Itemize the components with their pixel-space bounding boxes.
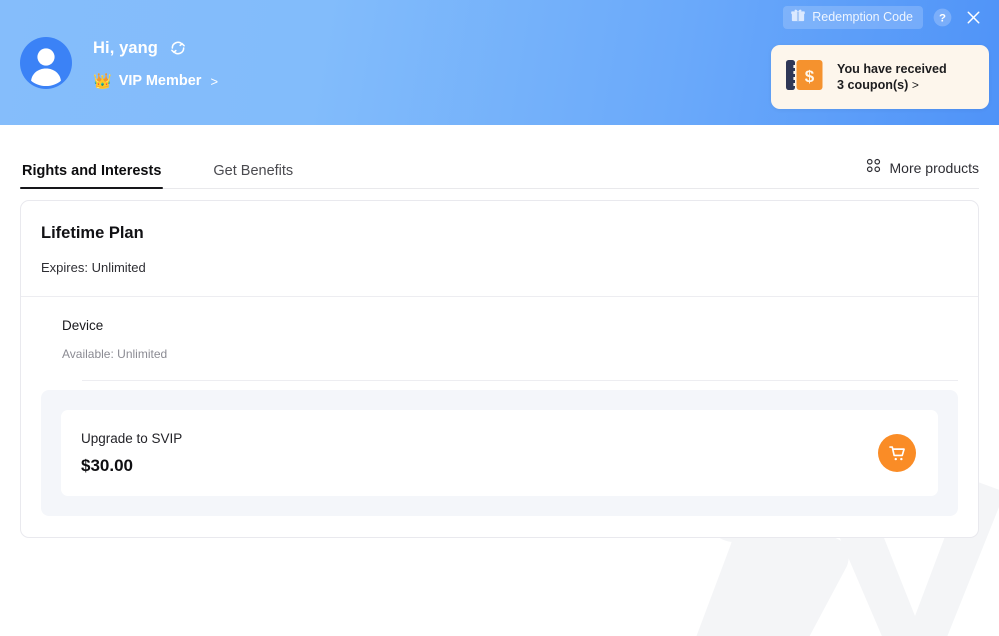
tab-label: Get Benefits — [213, 162, 294, 179]
page-title: Hi, yang — [93, 38, 158, 57]
header-banner: Hi, yang 👑 VIP Member > Redemption Code … — [0, 0, 999, 125]
close-button[interactable] — [961, 5, 985, 29]
grid-dots-icon — [866, 158, 881, 178]
chevron-right-icon: > — [911, 78, 919, 92]
more-products-label: More products — [889, 160, 979, 176]
user-meta: Hi, yang 👑 VIP Member > — [93, 37, 218, 89]
coupon-message-line1: You have received — [837, 62, 947, 76]
refresh-icon[interactable] — [169, 39, 187, 57]
plan-card: Lifetime Plan Expires: Unlimited Device … — [20, 200, 979, 538]
svg-text:?: ? — [939, 12, 946, 24]
upgrade-item[interactable]: Upgrade to SVIP $30.00 — [61, 410, 938, 496]
tab-label: Rights and Interests — [22, 162, 162, 179]
coupon-ticket-icon: $ — [785, 58, 825, 97]
window-controls: Redemption Code ? — [783, 5, 985, 29]
user-profile-block: Hi, yang 👑 VIP Member > — [20, 37, 218, 89]
close-icon — [967, 11, 979, 23]
plan-header: Lifetime Plan Expires: Unlimited — [21, 201, 978, 296]
crown-icon: 👑 — [93, 73, 112, 90]
greeting-row: Hi, yang — [93, 37, 218, 59]
user-avatar-icon — [31, 48, 61, 86]
tab-bar: Rights and Interests Get Benefits More p… — [0, 125, 999, 189]
membership-window: Hi, yang 👑 VIP Member > Redemption Code … — [0, 0, 999, 636]
coupon-count-label: 3 coupon(s) — [837, 78, 909, 92]
gift-icon — [791, 8, 805, 27]
buy-upgrade-button[interactable] — [878, 434, 916, 472]
tab-rights-and-interests[interactable]: Rights and Interests — [20, 162, 164, 190]
more-products-button[interactable]: More products — [866, 158, 979, 189]
upgrade-info: Upgrade to SVIP $30.00 — [81, 432, 182, 475]
coupon-message-line2: 3 coupon(s) > — [837, 77, 947, 93]
device-available: Available: Unlimited — [62, 347, 168, 361]
avatar[interactable] — [20, 37, 72, 89]
device-title: Device — [62, 317, 104, 333]
divider — [82, 380, 958, 381]
vip-member-link[interactable]: 👑 VIP Member > — [93, 74, 218, 89]
vip-member-label: VIP Member — [118, 73, 202, 90]
upgrade-panel: Upgrade to SVIP $30.00 — [41, 390, 958, 516]
tab-get-benefits[interactable]: Get Benefits — [211, 162, 295, 190]
coupon-notification-card[interactable]: $ You have received 3 coupon(s) > — [771, 45, 989, 109]
shopping-cart-icon — [888, 445, 905, 460]
svg-text:$: $ — [805, 67, 815, 86]
help-button[interactable]: ? — [930, 5, 954, 29]
help-circle-icon: ? — [933, 8, 951, 26]
coupon-message: You have received 3 coupon(s) > — [837, 61, 947, 93]
redemption-code-label: Redemption Code — [812, 9, 913, 24]
upgrade-name: Upgrade to SVIP — [81, 430, 183, 446]
plan-title: Lifetime Plan — [41, 224, 144, 242]
redemption-code-button[interactable]: Redemption Code — [783, 5, 923, 29]
plan-expiry: Expires: Unlimited — [41, 259, 146, 275]
chevron-right-icon: > — [210, 74, 219, 89]
device-section: Device Available: Unlimited — [21, 297, 978, 381]
upgrade-price: $30.00 — [81, 456, 133, 476]
